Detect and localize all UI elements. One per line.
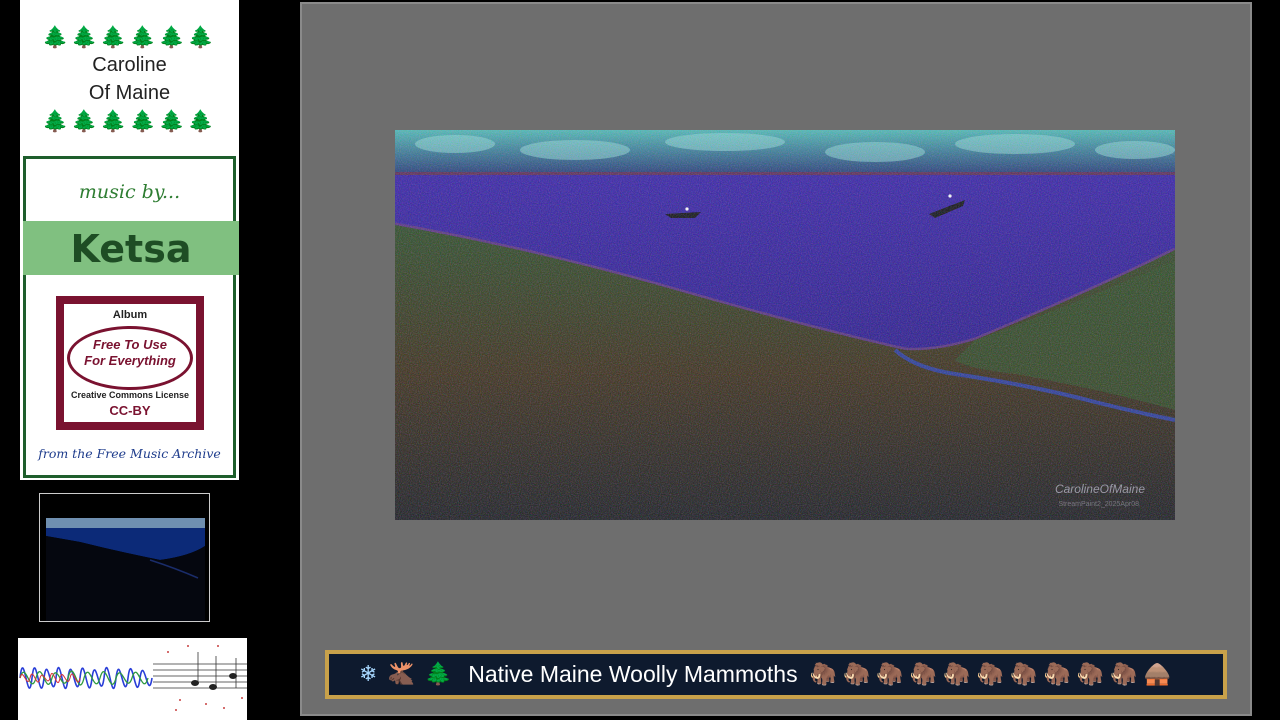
mammoth-icon: 🦣 <box>876 662 904 687</box>
pine-tree-icon: 🌲 <box>100 25 130 49</box>
album-title-line2: For Everything <box>84 353 176 368</box>
mammoth-icon: 🦣 <box>1043 662 1071 687</box>
mammoth-icon: 🦣 <box>976 662 1005 687</box>
mammoth-icon: 🦣 <box>1076 662 1105 687</box>
pine-tree-icon: 🌲 <box>129 109 159 133</box>
mammoth-icon: 🦣 <box>943 662 971 687</box>
album-title-line1: Free To Use <box>93 337 167 352</box>
album-title: Free To Use For Everything <box>64 337 196 369</box>
license-name: Creative Commons License <box>70 390 190 400</box>
landscape-artwork-svg <box>395 130 1175 520</box>
pine-tree-icon: 🌲 <box>424 661 453 687</box>
artist-signature: CarolineOfMaine <box>1054 482 1145 496</box>
pine-tree-row-bottom: 🌲🌲🌲🌲🌲🌲 <box>20 108 239 134</box>
now-playing-inner: ❄ 🫎 🌲 Native Maine Woolly Mammoths 🦣 🦣 🦣 🦣 🦣… <box>329 654 1223 695</box>
mammoth-icon: 🦣 <box>809 662 838 687</box>
pine-tree-icon: 🌲 <box>71 25 101 49</box>
album-badge-inner: Album Free To Use For Everything Creativ… <box>64 304 196 422</box>
archive-source: from the Free Music Archive <box>38 446 221 461</box>
pine-tree-icon: 🌲 <box>100 109 130 133</box>
now-playing-banner: ❄ 🫎 🌲 Native Maine Woolly Mammoths 🦣 🦣 🦣 🦣 🦣… <box>325 650 1227 699</box>
mammoth-icon: 🦣 <box>909 662 938 687</box>
pine-tree-icon: 🌲 <box>129 25 159 49</box>
album-label: Album <box>112 309 148 321</box>
pine-tree-icon: 🌲 <box>42 109 72 133</box>
artist-name: Ketsa <box>70 227 192 271</box>
mini-preview-svg <box>40 494 209 621</box>
mammoth-icon: 🦣 <box>1010 662 1038 687</box>
mammoth-icon-row: 🦣 🦣 🦣 🦣 🦣 🦣 🦣 🦣 🦣 🦣 <box>810 662 1144 687</box>
pine-tree-icon: 🌲 <box>158 109 188 133</box>
waveform-sheet-music-strip <box>18 638 247 720</box>
landscape-artwork: CarolineOfMaine StreamPaint2_2025Apr08 <box>395 130 1175 520</box>
pine-tree-row-top: 🌲🌲🌲🌲🌲🌲 <box>20 24 239 50</box>
artist-band: Ketsa <box>23 221 239 275</box>
track-title: Native Maine Woolly Mammoths <box>468 661 798 687</box>
mini-artwork-preview <box>39 493 210 622</box>
waveform-svg <box>19 645 247 711</box>
hut-icon: 🛖 <box>1143 662 1172 687</box>
pine-tree-icon: 🌲 <box>158 25 188 49</box>
station-name-line2: Of Maine <box>88 82 171 104</box>
pine-tree-icon: 🌲 <box>187 25 217 49</box>
station-name-line1: Caroline <box>92 54 167 76</box>
snowflake-icon: ❄ <box>359 661 378 687</box>
artwork-caption: StreamPaint2_2025Apr08 <box>1058 501 1139 508</box>
license-code: CC-BY <box>109 403 151 418</box>
pine-tree-icon: 🌲 <box>42 25 72 49</box>
mammoth-icon: 🦣 <box>1110 662 1138 687</box>
mammoth-icon: 🦣 <box>843 662 871 687</box>
pine-tree-icon: 🌲 <box>71 109 101 133</box>
music-by-label: music by... <box>78 181 181 203</box>
moose-icon: 🫎 <box>387 661 415 687</box>
album-badge: Album Free To Use For Everything Creativ… <box>56 296 204 430</box>
music-credit-box: music by... Ketsa Album Free To Use For … <box>23 156 239 478</box>
video-stage: CarolineOfMaine StreamPaint2_2025Apr08 <box>300 2 1252 716</box>
pine-tree-icon: 🌲 <box>187 109 217 133</box>
